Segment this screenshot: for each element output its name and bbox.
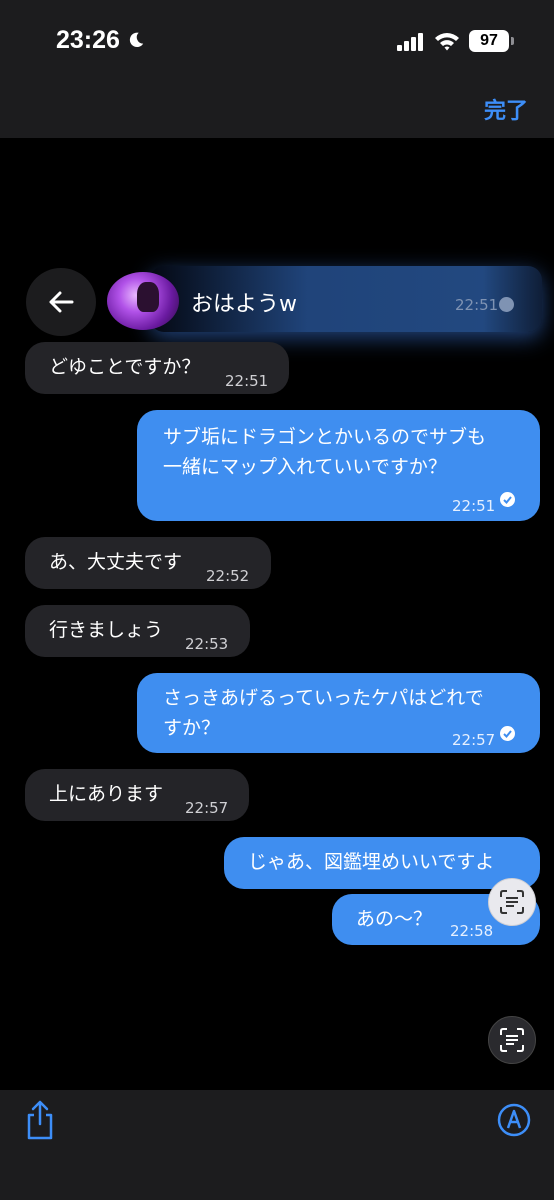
message-text-line-1: さっきあげるっていったケパはどれで — [163, 687, 484, 709]
done-button[interactable]: 完了 — [484, 93, 528, 125]
chat-header-timestamp: 22:51 — [455, 296, 499, 314]
message-text: どゆことですか？ — [49, 356, 201, 378]
message-bubble-outgoing[interactable]: さっきあげるっていったケパはどれで すか？ 22:57 — [137, 673, 540, 753]
message-time: 22:57 — [185, 799, 229, 817]
chat-header-name: おはようw — [191, 292, 297, 317]
message-text: じゃあ、図鑑埋めいいですよ — [248, 851, 495, 873]
cellular-signal-icon — [397, 33, 423, 51]
message-bubble-outgoing[interactable]: サブ垢にドラゴンとかいるのでサブも 一緒にマップ入れていいですか？ 22:51 — [137, 410, 540, 521]
read-check-icon — [500, 492, 515, 507]
message-text: 行きましょう — [49, 619, 164, 641]
message-text-line-2: 一緒にマップ入れていいですか？ — [163, 456, 447, 478]
bottom-toolbar — [0, 1090, 554, 1200]
moon-icon — [129, 32, 144, 48]
message-time: 22:57 — [452, 731, 496, 749]
read-check-icon — [499, 297, 514, 312]
message-time: 22:52 — [206, 567, 250, 585]
back-button[interactable] — [26, 268, 96, 336]
live-text-icon — [500, 890, 524, 914]
message-text: 上にあります — [49, 783, 164, 805]
message-time: 22:51 — [452, 497, 496, 515]
share-icon[interactable] — [24, 1100, 56, 1140]
status-time: 23:26 — [56, 26, 120, 54]
message-time: 22:58 — [450, 922, 494, 940]
read-check-icon — [500, 726, 515, 741]
message-text-line-1: サブ垢にドラゴンとかいるのでサブも — [163, 426, 487, 448]
message-time: 22:53 — [185, 635, 229, 653]
wifi-icon — [435, 33, 459, 51]
message-bubble-incoming[interactable]: 上にあります 22:57 — [25, 769, 249, 821]
live-text-button[interactable] — [488, 1016, 536, 1064]
message-text: あの〜？ — [356, 908, 433, 930]
message-time: 22:51 — [225, 372, 269, 390]
markup-icon[interactable] — [497, 1103, 531, 1137]
message-bubble-incoming[interactable]: どゆことですか？ 22:51 — [25, 342, 289, 394]
message-text-line-2: すか？ — [163, 717, 221, 739]
message-text: あ、大丈夫です — [49, 551, 183, 573]
top-bar — [0, 0, 554, 138]
back-arrow-icon — [49, 291, 74, 313]
contact-avatar[interactable] — [107, 272, 179, 330]
message-bubble-incoming[interactable]: 行きましょう 22:53 — [25, 605, 250, 657]
battery-tip — [511, 37, 514, 45]
live-text-icon — [500, 1028, 524, 1052]
message-bubble-incoming[interactable]: あ、大丈夫です 22:52 — [25, 537, 271, 589]
message-bubble-outgoing[interactable]: じゃあ、図鑑埋めいいですよ — [224, 837, 540, 889]
live-text-button[interactable] — [488, 878, 536, 926]
battery-indicator: 97 — [469, 30, 509, 52]
